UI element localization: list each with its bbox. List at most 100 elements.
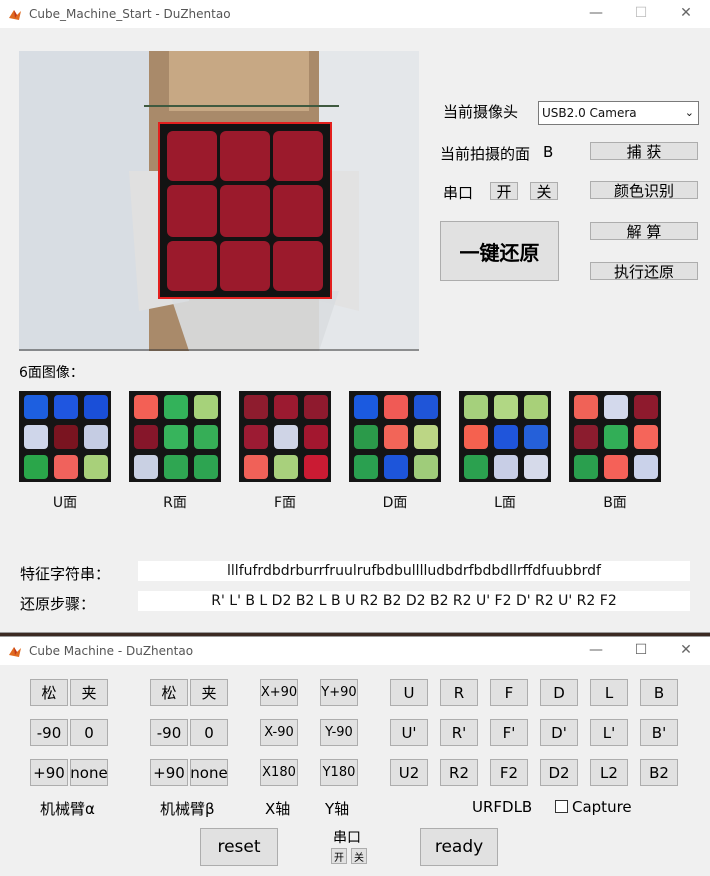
maximize-icon[interactable]: ☐ <box>631 642 651 658</box>
face-sticker <box>524 425 548 449</box>
matlab-icon <box>9 647 21 657</box>
x-minus90-button[interactable]: X-90 <box>260 719 298 746</box>
serial-label: 串口 <box>333 830 361 846</box>
arm-alpha-zero-button[interactable]: 0 <box>70 719 108 746</box>
serial-open-button[interactable]: 开 <box>331 848 347 864</box>
face-sticker <box>414 395 438 419</box>
ready-button[interactable]: ready <box>420 828 498 866</box>
matlab-icon <box>9 10 21 20</box>
arm-beta-none-button[interactable]: none <box>190 759 228 786</box>
face-sticker <box>604 425 628 449</box>
capture-checkbox-label: Capture <box>572 798 632 816</box>
y-minus90-button[interactable]: Y-90 <box>320 719 358 746</box>
minimize-icon[interactable]: — <box>586 5 606 21</box>
arm-beta-label: 机械臂β <box>160 800 215 818</box>
arm-alpha-label: 机械臂α <box>40 800 95 818</box>
move-button[interactable]: L <box>590 679 628 706</box>
move-button[interactable]: F2 <box>490 759 528 786</box>
x-180-button[interactable]: X180 <box>260 759 298 786</box>
preview-stickers <box>167 131 323 291</box>
serial-label: 串口 <box>443 184 474 202</box>
serial-open-button[interactable]: 开 <box>490 182 518 201</box>
y-180-button[interactable]: Y180 <box>320 759 358 786</box>
steps-label: 还原步骤： <box>20 595 96 613</box>
face-sticker <box>304 395 328 419</box>
minimize-icon[interactable]: — <box>586 642 606 658</box>
move-button[interactable]: D' <box>540 719 578 746</box>
move-button[interactable]: F <box>490 679 528 706</box>
face-sticker <box>494 425 518 449</box>
arm-beta-loosen-button[interactable]: 松 <box>150 679 188 706</box>
move-button[interactable]: B' <box>640 719 678 746</box>
arm-beta-minus90-button[interactable]: -90 <box>150 719 188 746</box>
capture-checkbox[interactable] <box>555 800 568 813</box>
camera-select[interactable]: USB2.0 Camera ⌄ <box>538 101 699 125</box>
move-button[interactable]: R2 <box>440 759 478 786</box>
face-sticker <box>274 455 298 479</box>
color-recognition-button[interactable]: 颜色识别 <box>590 181 698 200</box>
steps-field[interactable]: R' L' B L D2 B2 L B U R2 B2 D2 B2 R2 U' … <box>138 591 690 611</box>
face-sticker <box>384 425 408 449</box>
x-plus90-button[interactable]: X+90 <box>260 679 298 706</box>
move-button[interactable]: U2 <box>390 759 428 786</box>
arm-beta-zero-button[interactable]: 0 <box>190 719 228 746</box>
face-sticker <box>274 425 298 449</box>
face-thumbnail <box>19 391 111 482</box>
face-sticker <box>464 395 488 419</box>
arm-beta-plus90-button[interactable]: +90 <box>150 759 188 786</box>
face-sticker <box>24 395 48 419</box>
face-sticker <box>244 395 268 419</box>
move-button[interactable]: B2 <box>640 759 678 786</box>
move-button[interactable]: R' <box>440 719 478 746</box>
six-faces-label: 6面图像： <box>19 365 84 381</box>
close-icon[interactable]: ✕ <box>676 5 696 21</box>
face-sticker <box>194 455 218 479</box>
face-sticker <box>134 425 158 449</box>
move-button[interactable]: B <box>640 679 678 706</box>
face-sticker <box>134 455 158 479</box>
arm-alpha-clamp-button[interactable]: 夹 <box>70 679 108 706</box>
face-sticker <box>414 455 438 479</box>
face-sticker <box>574 425 598 449</box>
face-sticker <box>354 425 378 449</box>
serial-close-button[interactable]: 关 <box>351 848 367 864</box>
arm-alpha-plus90-button[interactable]: +90 <box>30 759 68 786</box>
move-button[interactable]: R <box>440 679 478 706</box>
face-sticker <box>634 395 658 419</box>
face-sticker <box>24 425 48 449</box>
face-sticker <box>54 395 78 419</box>
capture-button[interactable]: 捕 获 <box>590 142 698 161</box>
urfdlb-label: URFDLB <box>472 798 533 816</box>
face-thumbnail <box>459 391 551 482</box>
arm-alpha-minus90-button[interactable]: -90 <box>30 719 68 746</box>
close-icon[interactable]: ✕ <box>676 642 696 658</box>
move-button[interactable]: F' <box>490 719 528 746</box>
face-sticker <box>634 455 658 479</box>
face-sticker <box>524 395 548 419</box>
face-sticker <box>494 395 518 419</box>
reset-button[interactable]: reset <box>200 828 278 866</box>
move-button[interactable]: D2 <box>540 759 578 786</box>
move-button[interactable]: L' <box>590 719 628 746</box>
title-bar: Cube_Machine_Start - DuZhentao — ☐ ✕ <box>0 0 710 28</box>
move-button[interactable]: U' <box>390 719 428 746</box>
serial-close-button[interactable]: 关 <box>530 182 558 201</box>
execute-restore-button[interactable]: 执行还原 <box>590 262 698 281</box>
face-sticker <box>354 395 378 419</box>
maximize-icon[interactable]: ☐ <box>631 5 651 21</box>
arm-alpha-none-button[interactable]: none <box>70 759 108 786</box>
move-button[interactable]: L2 <box>590 759 628 786</box>
one-key-restore-button[interactable]: 一键还原 <box>440 221 559 281</box>
y-axis-label: Y轴 <box>325 800 350 818</box>
face-label: U面 <box>52 495 78 511</box>
face-sticker <box>634 425 658 449</box>
feature-string-field[interactable]: lllfufrdbdrburrfruulrufbdbulllludbdrfbdb… <box>138 561 690 581</box>
arm-beta-clamp-button[interactable]: 夹 <box>190 679 228 706</box>
y-plus90-button[interactable]: Y+90 <box>320 679 358 706</box>
window-title: Cube Machine - DuZhentao <box>29 644 194 658</box>
move-button[interactable]: D <box>540 679 578 706</box>
arm-alpha-loosen-button[interactable]: 松 <box>30 679 68 706</box>
face-sticker <box>604 455 628 479</box>
move-button[interactable]: U <box>390 679 428 706</box>
solve-button[interactable]: 解 算 <box>590 222 698 241</box>
